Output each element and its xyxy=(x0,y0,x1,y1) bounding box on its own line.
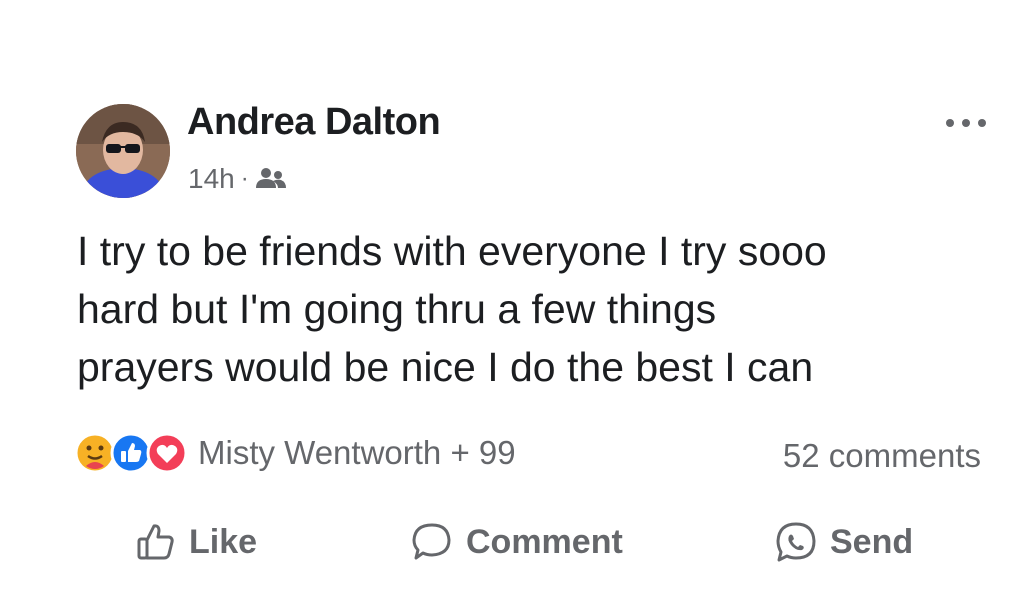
facebook-post: Andrea Dalton 14h · I try to be friends … xyxy=(0,0,1024,597)
author-name[interactable]: Andrea Dalton xyxy=(187,100,441,144)
post-text: I try to be friends with everyone I try … xyxy=(77,222,977,396)
thumbs-up-icon xyxy=(137,524,174,560)
post-time[interactable]: 14h xyxy=(188,162,235,196)
more-options-icon xyxy=(946,119,986,127)
post-text-line: I try to be friends with everyone I try … xyxy=(77,228,827,274)
comments-count[interactable]: 52 comments xyxy=(783,436,981,476)
reactions-summary[interactable]: Misty Wentworth + 99 xyxy=(74,432,516,474)
more-options-button[interactable] xyxy=(938,108,994,138)
love-reaction-icon xyxy=(146,432,188,474)
avatar-image xyxy=(76,104,170,198)
post-text-line: prayers would be nice I do the best I ca… xyxy=(77,344,814,390)
send-label: Send xyxy=(830,523,914,561)
meta-separator: · xyxy=(240,165,249,192)
comment-button[interactable]: Comment xyxy=(410,520,623,564)
friends-icon[interactable] xyxy=(255,166,287,192)
like-button[interactable]: Like xyxy=(135,520,257,564)
post-meta: 14h · xyxy=(188,162,287,196)
send-button[interactable]: Send xyxy=(774,520,913,564)
post-text-line: hard but I'm going thru a few things xyxy=(77,286,717,332)
avatar[interactable] xyxy=(76,104,170,198)
like-label: Like xyxy=(189,523,258,561)
reaction-summary-text: Misty Wentworth + 99 xyxy=(198,434,516,471)
messenger-send-icon xyxy=(776,522,816,562)
comment-label: Comment xyxy=(466,523,623,561)
reaction-icons xyxy=(74,432,188,474)
comment-bubble-icon xyxy=(412,523,451,560)
